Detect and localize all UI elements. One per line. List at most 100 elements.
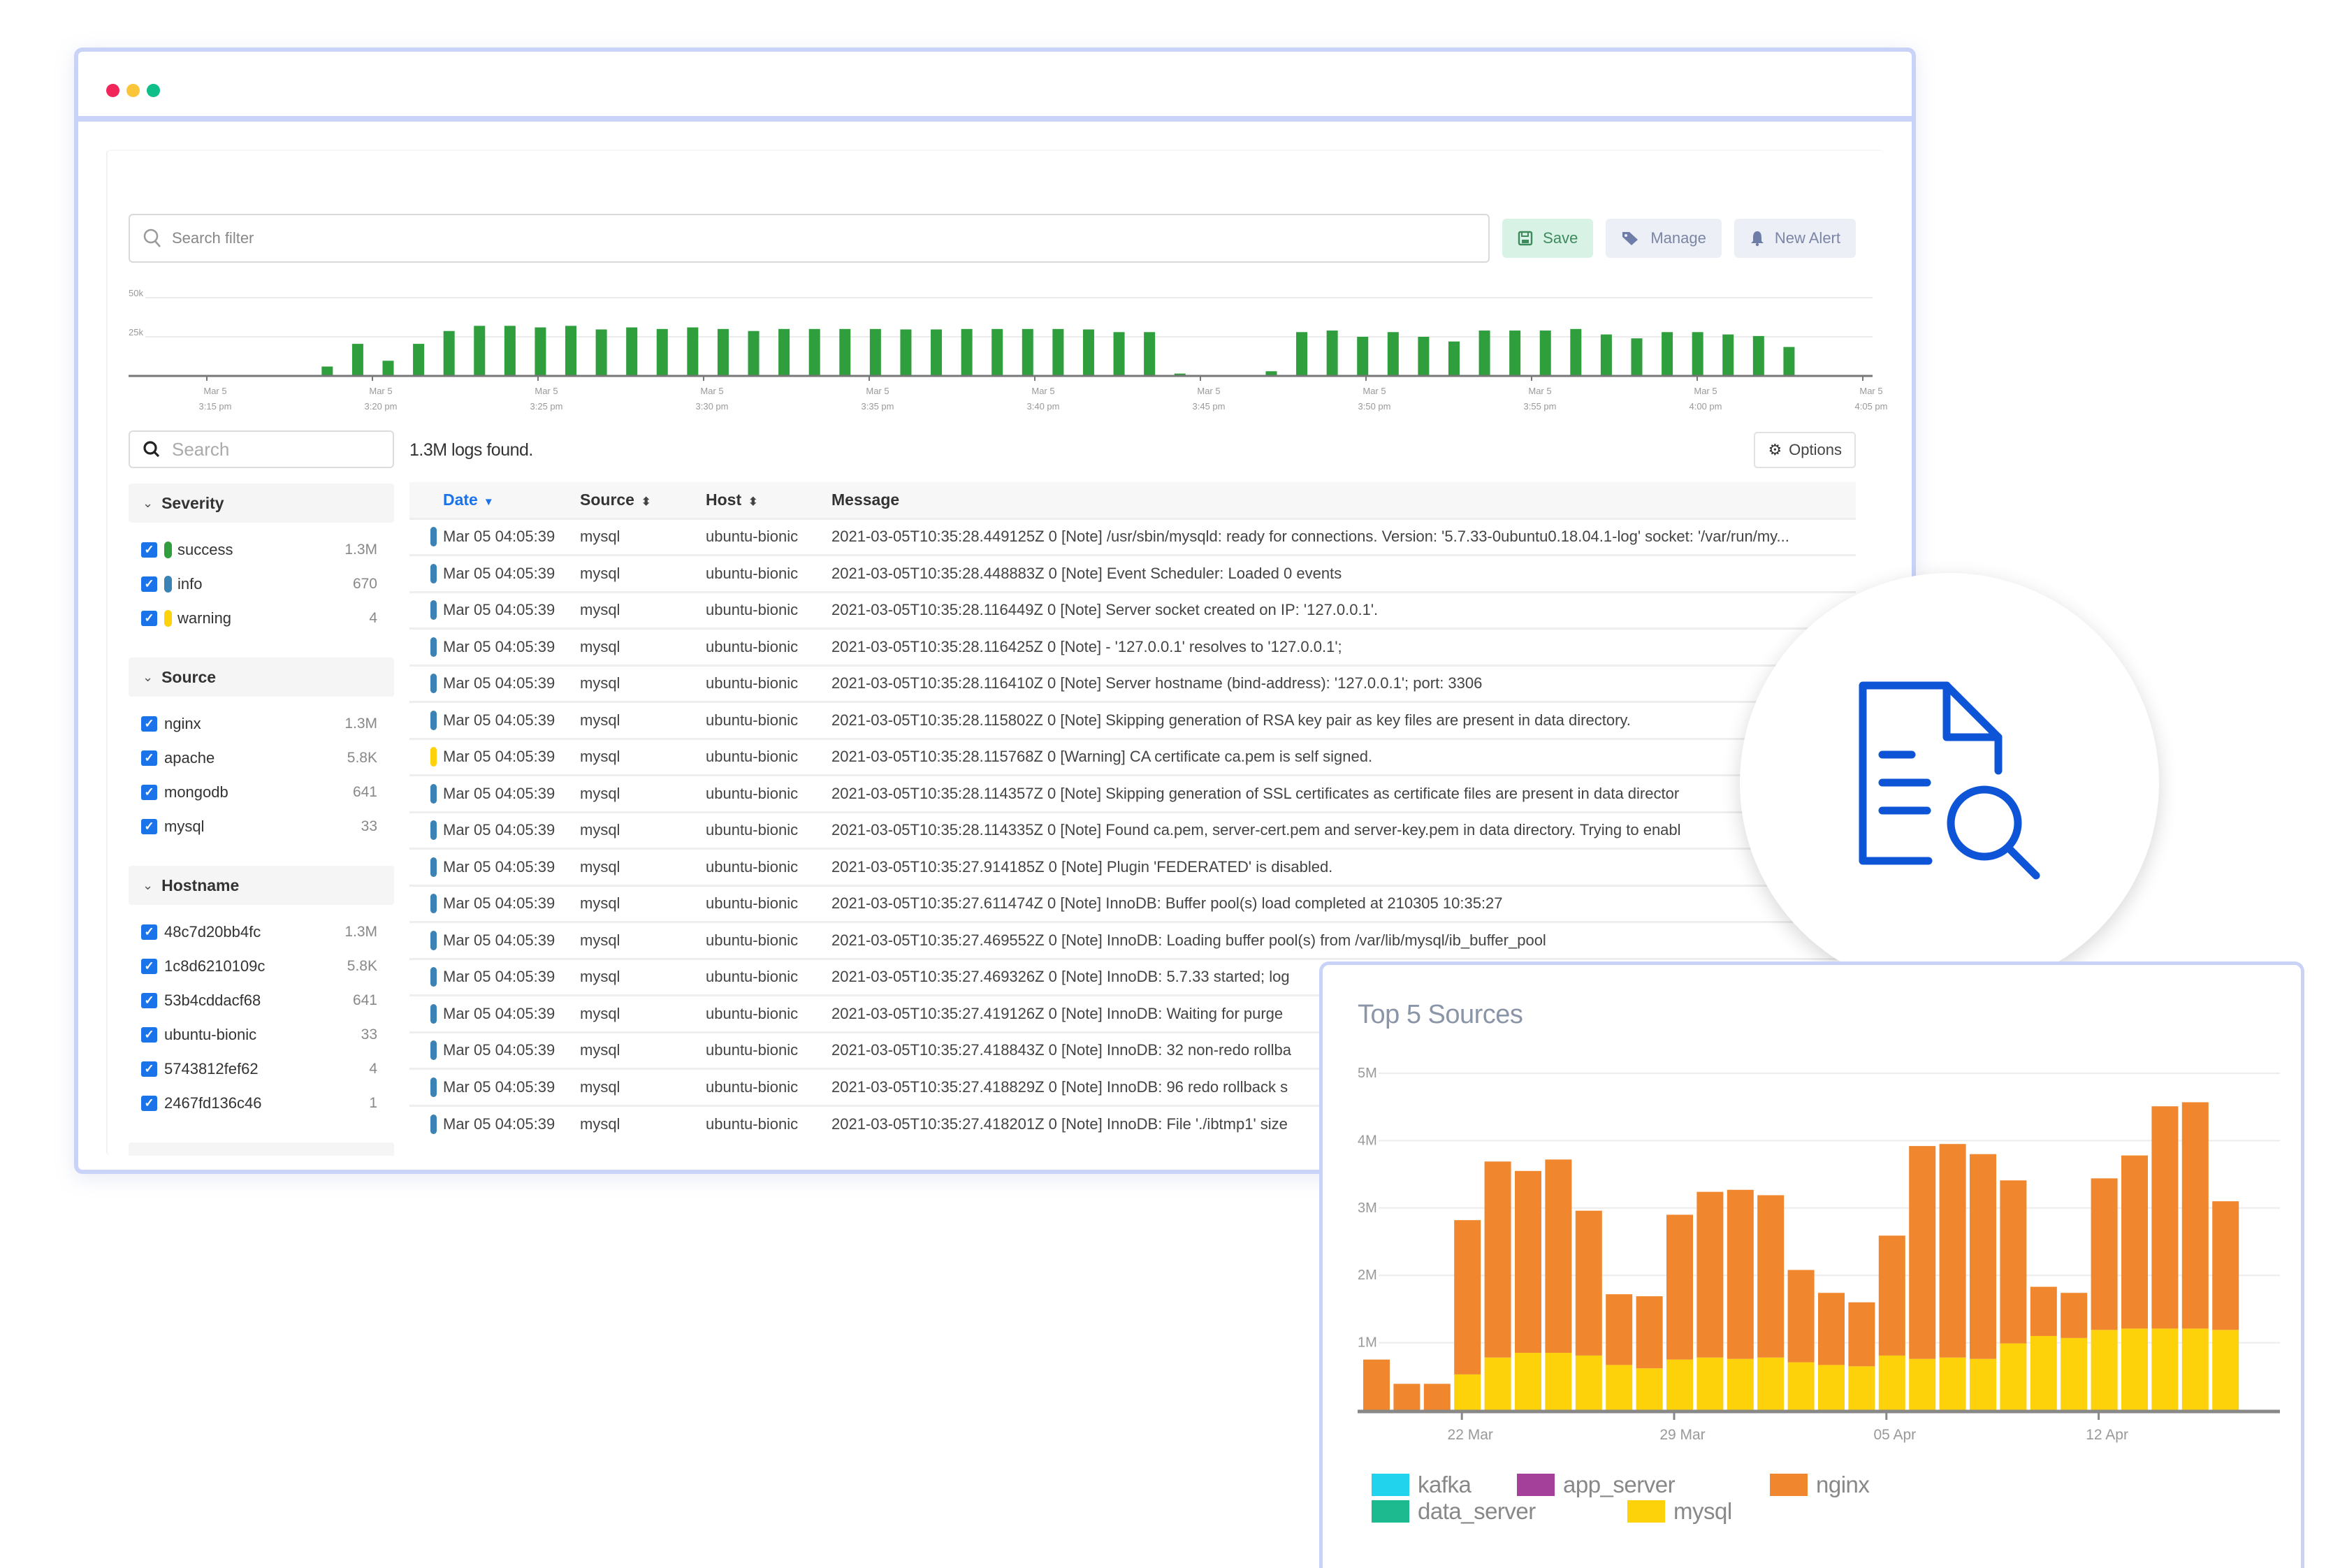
histogram-bar[interactable] — [1478, 331, 1490, 376]
bar-mysql[interactable] — [2091, 1330, 2118, 1410]
histogram-bar[interactable] — [1448, 341, 1460, 376]
facet-item[interactable]: ✓ warning 4 — [129, 601, 394, 635]
log-row[interactable]: Mar 05 04:05:39 mysql ubuntu-bionic 2021-03… — [409, 884, 1856, 922]
bar-nginx[interactable] — [2151, 1106, 2179, 1329]
log-row[interactable]: Mar 05 04:05:39 mysql ubuntu-bionic 2021-03… — [409, 627, 1856, 665]
histogram-bar[interactable] — [931, 329, 943, 376]
bar-nginx[interactable] — [1423, 1384, 1451, 1410]
histogram-bar[interactable] — [717, 328, 729, 376]
log-row[interactable]: Mar 05 04:05:39 mysql ubuntu-bionic 2021-03… — [409, 921, 1856, 959]
checkbox[interactable]: ✓ — [141, 1026, 157, 1043]
bar-mysql[interactable] — [1454, 1374, 1481, 1410]
bar-mysql[interactable] — [1484, 1357, 1511, 1410]
close-dot[interactable] — [106, 84, 119, 97]
histogram-bar[interactable] — [504, 326, 516, 376]
bar-mysql[interactable] — [1787, 1362, 1815, 1410]
bar-mysql[interactable] — [1545, 1353, 1572, 1410]
facet-search-box[interactable] — [129, 430, 394, 468]
legend-item-nginx[interactable]: nginx — [1770, 1472, 1870, 1498]
bar-nginx[interactable] — [2000, 1180, 2027, 1344]
histogram-bar[interactable] — [382, 361, 394, 376]
facet-item[interactable]: ✓ 1c8d6210109c 5.8K — [129, 949, 394, 983]
checkbox[interactable]: ✓ — [141, 818, 157, 834]
bar-mysql[interactable] — [2121, 1328, 2148, 1410]
bar-mysql[interactable] — [2151, 1328, 2179, 1410]
facet-item[interactable]: ✓ success 1.3M — [129, 532, 394, 567]
log-row[interactable]: Mar 05 04:05:39 mysql ubuntu-bionic 2021-03… — [409, 554, 1856, 592]
histogram-bar[interactable] — [1418, 337, 1430, 376]
checkbox[interactable]: ✓ — [141, 576, 157, 592]
bar-nginx[interactable] — [1787, 1270, 1815, 1363]
histogram-bar[interactable] — [1052, 328, 1064, 376]
bar-nginx[interactable] — [2181, 1102, 2209, 1329]
bar-mysql[interactable] — [1939, 1357, 1966, 1410]
bar-nginx[interactable] — [2121, 1155, 2148, 1329]
maximize-dot[interactable] — [147, 84, 160, 97]
histogram-bar[interactable] — [778, 328, 790, 376]
log-row[interactable]: Mar 05 04:05:39 mysql ubuntu-bionic 2021-03… — [409, 517, 1856, 556]
facet-header-hostname[interactable]: ⌄ Hostname — [129, 866, 394, 905]
histogram-bar[interactable] — [535, 327, 546, 376]
checkbox[interactable]: ✓ — [141, 610, 157, 626]
bar-nginx[interactable] — [1575, 1210, 1602, 1356]
bar-nginx[interactable] — [1606, 1294, 1633, 1365]
legend-item-kafka[interactable]: kafka — [1372, 1472, 1472, 1498]
checkbox[interactable]: ✓ — [141, 716, 157, 732]
bar-nginx[interactable] — [1454, 1220, 1481, 1374]
log-row[interactable]: Mar 05 04:05:39 mysql ubuntu-bionic 2021-03… — [409, 848, 1856, 885]
bar-nginx[interactable] — [1636, 1296, 1663, 1369]
column-header-date[interactable]: Date ▼ — [443, 482, 580, 518]
bar-nginx[interactable] — [1393, 1384, 1420, 1410]
bar-mysql[interactable] — [1727, 1358, 1754, 1410]
bar-mysql[interactable] — [1606, 1365, 1633, 1410]
histogram-bar[interactable] — [1509, 331, 1521, 376]
histogram-bar[interactable] — [1022, 328, 1033, 376]
histogram-bar[interactable] — [474, 326, 486, 376]
histogram-bar[interactable] — [748, 331, 760, 376]
histogram-bar[interactable] — [808, 328, 820, 376]
log-row[interactable]: Mar 05 04:05:39 mysql ubuntu-bionic 2021-03… — [409, 811, 1856, 849]
log-row[interactable]: Mar 05 04:05:39 mysql ubuntu-bionic 2021-03… — [409, 701, 1856, 739]
bar-mysql[interactable] — [2212, 1330, 2239, 1410]
bar-nginx[interactable] — [1666, 1214, 1693, 1360]
legend-item-app-server[interactable]: app_server — [1517, 1472, 1676, 1498]
histogram-bar[interactable] — [1296, 332, 1308, 376]
bar-mysql[interactable] — [1575, 1355, 1602, 1410]
checkbox[interactable]: ✓ — [141, 784, 157, 800]
histogram-bar[interactable] — [1387, 332, 1399, 376]
column-header-host[interactable]: Host ⬍ — [706, 482, 831, 518]
histogram-bar[interactable] — [443, 331, 455, 376]
bar-mysql[interactable] — [1909, 1358, 1936, 1410]
checkbox[interactable]: ✓ — [141, 750, 157, 766]
column-header-source[interactable]: Source ⬍ — [580, 482, 706, 518]
legend-item-data-server[interactable]: data_server — [1372, 1498, 1536, 1525]
bar-mysql[interactable] — [1818, 1365, 1845, 1410]
histogram-bar[interactable] — [1326, 331, 1338, 376]
facet-search-input[interactable] — [172, 438, 347, 460]
bar-mysql[interactable] — [1757, 1357, 1785, 1410]
search-filter-input[interactable] — [172, 229, 1489, 247]
histogram-bar[interactable] — [1082, 329, 1094, 376]
minimize-dot[interactable] — [126, 84, 140, 97]
manage-button[interactable]: Manage — [1606, 219, 1722, 258]
bar-nginx[interactable] — [1363, 1359, 1390, 1410]
bar-nginx[interactable] — [1757, 1195, 1785, 1358]
facet-header-service[interactable]: ⌄ Service — [129, 1142, 394, 1156]
histogram-bar[interactable] — [565, 326, 577, 376]
facet-item[interactable]: ✓ 5743812fef62 4 — [129, 1052, 394, 1086]
checkbox[interactable]: ✓ — [141, 992, 157, 1008]
histogram-bar[interactable] — [869, 328, 881, 376]
histogram-bar[interactable] — [687, 327, 699, 376]
bar-mysql[interactable] — [1878, 1355, 1905, 1410]
facet-item[interactable]: ✓ apache 5.8K — [129, 741, 394, 775]
legend-item-mysql[interactable]: mysql — [1627, 1498, 1732, 1525]
bar-mysql[interactable] — [1848, 1366, 1875, 1410]
histogram-bar[interactable] — [1722, 334, 1734, 376]
facet-item[interactable]: ✓ mongodb 641 — [129, 775, 394, 809]
histogram-bar[interactable] — [413, 344, 425, 376]
bar-mysql[interactable] — [2000, 1343, 2027, 1410]
options-button[interactable]: ⚙ Options — [1754, 432, 1856, 468]
facet-item[interactable]: ✓ ubuntu-bionic 33 — [129, 1017, 394, 1052]
bar-nginx[interactable] — [1878, 1235, 1905, 1356]
log-row[interactable]: Mar 05 04:05:39 mysql ubuntu-bionic 2021-03… — [409, 737, 1856, 776]
